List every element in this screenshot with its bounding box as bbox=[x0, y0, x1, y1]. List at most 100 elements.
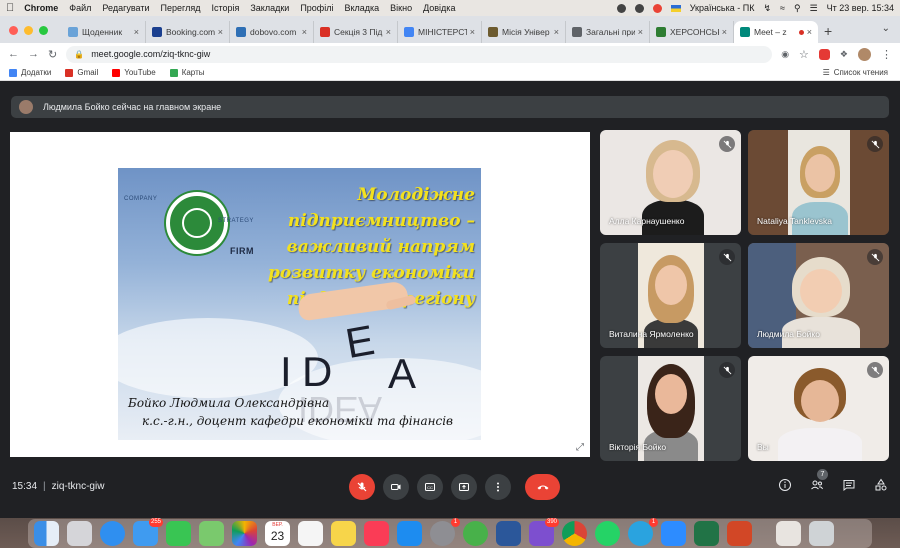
tab-ministry[interactable]: МІНІСТЕРСТ × bbox=[398, 21, 482, 43]
spotlight-search-icon[interactable]: ⚲ bbox=[794, 3, 801, 14]
tab-booking[interactable]: Booking.com × bbox=[146, 21, 230, 43]
whatsapp-icon[interactable] bbox=[595, 521, 620, 546]
safari-icon[interactable] bbox=[100, 521, 125, 546]
tab-university-mission[interactable]: Місія Універ × bbox=[482, 21, 566, 43]
reading-list-button[interactable]: ☰ Список чтения bbox=[823, 68, 888, 77]
vpn-icon[interactable] bbox=[634, 3, 644, 13]
participant-tile[interactable]: Nataliya Tanklevska bbox=[748, 130, 889, 235]
chrome-icon[interactable] bbox=[562, 521, 587, 546]
tab-kherson[interactable]: ХЕРСОНСЬК × bbox=[650, 21, 734, 43]
tab-section-3[interactable]: Секція 3 Під × bbox=[314, 21, 398, 43]
app-store-icon[interactable] bbox=[397, 521, 422, 546]
bookmark-maps[interactable]: Карты bbox=[169, 68, 204, 77]
minimize-window-button[interactable] bbox=[24, 26, 33, 35]
lock-icon[interactable]: 🔒 bbox=[74, 50, 84, 59]
close-window-button[interactable] bbox=[9, 26, 18, 35]
zoom-icon[interactable] bbox=[661, 521, 686, 546]
close-tab-icon[interactable]: × bbox=[134, 27, 139, 37]
profile-avatar[interactable] bbox=[858, 47, 871, 61]
adblock-extension-icon[interactable] bbox=[818, 48, 830, 60]
trash-icon[interactable] bbox=[809, 521, 834, 546]
people-button[interactable]: 7 bbox=[810, 469, 828, 492]
present-screen-button[interactable] bbox=[451, 474, 477, 500]
address-bar[interactable]: 🔒 meet.google.com/ziq-tknc-giw bbox=[66, 45, 773, 63]
skype-icon[interactable] bbox=[616, 3, 626, 13]
url-text[interactable]: meet.google.com/ziq-tknc-giw bbox=[91, 49, 210, 59]
close-tab-icon[interactable]: × bbox=[386, 27, 391, 37]
finder-icon[interactable] bbox=[34, 521, 59, 546]
extensions-puzzle-icon[interactable]: ❖ bbox=[840, 49, 848, 60]
excel-icon[interactable] bbox=[694, 521, 719, 546]
leave-call-button[interactable] bbox=[525, 474, 560, 500]
close-tab-icon[interactable]: × bbox=[302, 27, 307, 37]
tab-meet-active[interactable]: Meet – z × bbox=[734, 21, 818, 43]
utorrent-icon[interactable] bbox=[463, 521, 488, 546]
close-tab-icon[interactable]: × bbox=[470, 27, 475, 37]
bluetooth-icon[interactable]: ↯ bbox=[763, 3, 771, 14]
zoom-window-button[interactable] bbox=[39, 26, 48, 35]
forward-icon[interactable]: → bbox=[28, 48, 39, 60]
apple-menu-icon[interactable]:  bbox=[6, 2, 14, 14]
toggle-camera-button[interactable] bbox=[383, 474, 409, 500]
menu-profiles[interactable]: Профілі bbox=[300, 3, 333, 13]
camera-permission-icon[interactable]: ◉ bbox=[781, 49, 789, 60]
maps-icon[interactable] bbox=[199, 521, 224, 546]
music-icon[interactable] bbox=[364, 521, 389, 546]
viber-icon[interactable]: 390 bbox=[529, 518, 559, 546]
notes-icon[interactable] bbox=[331, 521, 356, 546]
tab-search-icon[interactable]: ⌄ bbox=[882, 23, 890, 34]
chrome-menu-icon[interactable]: ⋮ bbox=[881, 48, 892, 61]
participant-tile[interactable]: Людмила Бойко bbox=[748, 243, 889, 348]
photos-icon[interactable] bbox=[232, 521, 257, 546]
menu-help[interactable]: Довідка bbox=[423, 3, 455, 13]
presentation-stage[interactable]: COMPANY STRATEGY FIRM Молодіжне підприєм… bbox=[10, 132, 590, 457]
bookmark-gmail[interactable]: Gmail bbox=[65, 68, 98, 77]
participant-tile-self[interactable]: Вы bbox=[748, 356, 889, 461]
menu-edit[interactable]: Редагувати bbox=[102, 3, 149, 13]
word-icon[interactable] bbox=[496, 521, 521, 546]
tab-dobovo[interactable]: dobovo.com × bbox=[230, 21, 314, 43]
record-icon[interactable] bbox=[652, 3, 662, 13]
menu-history[interactable]: Історія bbox=[211, 3, 239, 13]
menu-view[interactable]: Перегляд bbox=[161, 3, 201, 13]
launchpad-icon[interactable] bbox=[67, 521, 92, 546]
bookmark-star-icon[interactable]: ☆ bbox=[799, 48, 809, 61]
menu-window[interactable]: Вікно bbox=[390, 3, 412, 13]
calendar-icon[interactable]: ВЕР. 23 bbox=[265, 521, 290, 546]
expand-icon[interactable]: ⤢ bbox=[576, 442, 584, 453]
reminders-icon[interactable] bbox=[298, 521, 323, 546]
keyboard-layout-label[interactable]: Українська - ПК bbox=[690, 3, 755, 13]
clock-label[interactable]: Чт 23 вер. 15:34 bbox=[827, 3, 894, 13]
captions-button[interactable]: CC bbox=[417, 474, 443, 500]
powerpoint-icon[interactable] bbox=[727, 521, 752, 546]
telegram-icon[interactable]: 1 bbox=[628, 518, 658, 546]
bookmark-youtube[interactable]: YouTube bbox=[112, 68, 156, 77]
bookmark-apps[interactable]: Додатки bbox=[9, 68, 51, 77]
new-tab-button[interactable]: + bbox=[824, 23, 832, 39]
mail-icon[interactable]: 255 bbox=[133, 518, 163, 546]
close-tab-icon[interactable]: × bbox=[807, 27, 812, 37]
reload-icon[interactable]: ↻ bbox=[48, 48, 57, 61]
ukraine-flag-icon[interactable] bbox=[670, 4, 681, 12]
system-preferences-icon[interactable]: 1 bbox=[430, 518, 460, 546]
activities-button[interactable] bbox=[874, 478, 888, 492]
toggle-microphone-button[interactable] bbox=[349, 474, 375, 500]
chat-button[interactable] bbox=[842, 478, 856, 492]
tab-diary[interactable]: Щоденник × bbox=[62, 21, 146, 43]
more-options-button[interactable] bbox=[485, 474, 511, 500]
close-tab-icon[interactable]: × bbox=[554, 27, 559, 37]
close-tab-icon[interactable]: × bbox=[722, 27, 727, 37]
meeting-code[interactable]: ziq-tknc-giw bbox=[52, 481, 105, 492]
close-tab-icon[interactable]: × bbox=[638, 27, 643, 37]
participant-tile[interactable]: Виталина Ярмоленко bbox=[600, 243, 741, 348]
facetime-icon[interactable] bbox=[166, 521, 191, 546]
menu-file[interactable]: Файл bbox=[69, 3, 91, 13]
back-icon[interactable]: ← bbox=[8, 48, 19, 60]
menu-bookmarks[interactable]: Закладки bbox=[250, 3, 289, 13]
meeting-details-button[interactable] bbox=[778, 478, 792, 492]
tab-general[interactable]: Загальні при × bbox=[566, 21, 650, 43]
participant-tile[interactable]: Вікторія Бойко bbox=[600, 356, 741, 461]
wifi-icon[interactable]: ≈ bbox=[780, 3, 785, 13]
control-center-icon[interactable]: ☰ bbox=[810, 3, 818, 14]
menu-app-name[interactable]: Chrome bbox=[24, 3, 58, 13]
